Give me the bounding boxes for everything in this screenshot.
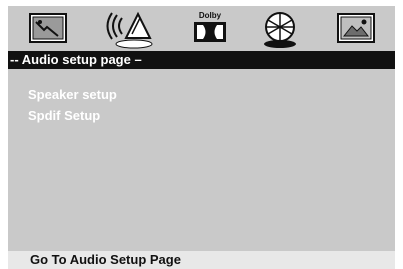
- general-setup-icon: [29, 13, 67, 43]
- status-bar: Go To Audio Setup Page: [8, 251, 403, 269]
- tab-general-setup[interactable]: [18, 8, 78, 50]
- audio-menu: Speaker setup Spdif Setup: [28, 84, 117, 126]
- tab-preference-setup[interactable]: [326, 8, 386, 50]
- tab-dolby-setup[interactable]: Dolby: [180, 8, 240, 50]
- tab-bar: Dolby: [8, 6, 403, 51]
- setup-panel: Dolby -- Audio setup page – Speaker setu…: [8, 6, 403, 269]
- audio-speaker-icon: [106, 11, 153, 49]
- dolby-icon: Dolby: [194, 11, 226, 42]
- menu-item-spdif-setup[interactable]: Spdif Setup: [28, 105, 117, 126]
- tab-video-setup[interactable]: [250, 8, 310, 50]
- page-title: -- Audio setup page –: [8, 51, 403, 69]
- dolby-label: Dolby: [199, 11, 222, 20]
- preference-icon: [337, 13, 375, 43]
- right-edge: [395, 0, 403, 269]
- tab-audio-setup[interactable]: [102, 8, 162, 50]
- menu-item-speaker-setup[interactable]: Speaker setup: [28, 84, 117, 105]
- video-setup-icon: [264, 12, 296, 48]
